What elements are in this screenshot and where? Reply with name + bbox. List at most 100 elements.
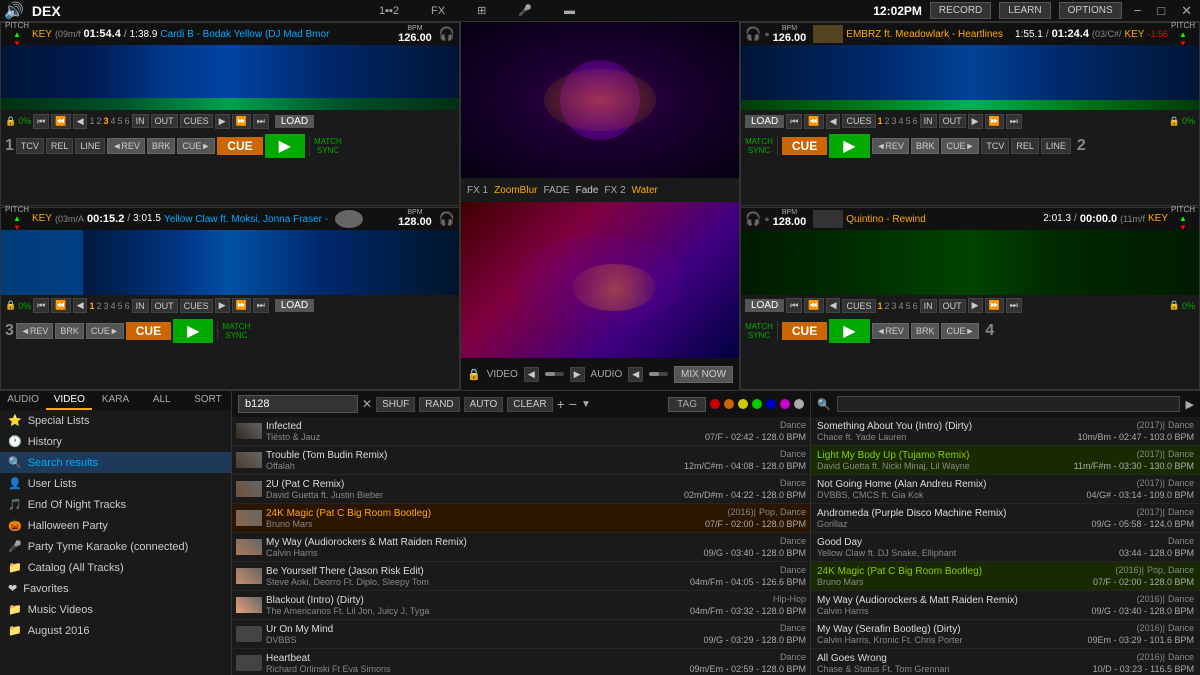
deck4-pitch-up[interactable]: ▲: [1179, 214, 1187, 223]
learn-button[interactable]: LEARN: [999, 2, 1050, 19]
deck3-cue3[interactable]: 3: [104, 301, 109, 311]
deck3-match-sync[interactable]: MATCH SYNC: [222, 322, 250, 340]
rb-row[interactable]: 24K Magic (Pat C Big Room Bootleg) Bruno…: [811, 562, 1200, 591]
deck3-cue6[interactable]: 6: [125, 301, 130, 311]
sidebar-item-end-of-night[interactable]: 🎵 End Of Night Tracks: [0, 494, 231, 515]
down-button[interactable]: ▼: [581, 399, 591, 410]
search-clear-icon[interactable]: ✕: [362, 397, 372, 411]
search-input[interactable]: [238, 395, 358, 413]
rb-row[interactable]: My Way (Serafin Bootleg) (Dirty) Calvin …: [811, 620, 1200, 649]
plus-button[interactable]: +: [557, 396, 565, 412]
track-row[interactable]: Be Yourself There (Jason Risk Edit) Stev…: [232, 562, 810, 591]
deck2-lock[interactable]: 🔒: [1169, 116, 1180, 127]
tab-audio[interactable]: AUDIO: [0, 391, 46, 410]
deck1-out[interactable]: OUT: [151, 114, 178, 128]
deck3-play[interactable]: ▶: [173, 319, 213, 343]
deck3-cue4[interactable]: 4: [111, 301, 116, 311]
deck2-cue5[interactable]: 5: [906, 116, 911, 126]
track-row[interactable]: Heartbeat Richard Orlinski Ft Eva Simons…: [232, 649, 810, 675]
color-purple[interactable]: [780, 399, 790, 409]
color-white[interactable]: [794, 399, 804, 409]
deck4-out[interactable]: OUT: [939, 299, 966, 313]
deck4-load[interactable]: LOAD: [745, 299, 784, 312]
deck4-cue6[interactable]: 6: [913, 301, 918, 311]
deck3-rew[interactable]: ⏪: [51, 298, 70, 313]
deck3-back[interactable]: ◀: [73, 298, 88, 313]
rb-row[interactable]: Andromeda (Purple Disco Machine Remix) G…: [811, 504, 1200, 533]
deck2-tcv[interactable]: TCV: [981, 138, 1009, 154]
deck3-brk[interactable]: BRK: [55, 323, 84, 339]
deck1-headphone[interactable]: 🎧: [439, 26, 455, 42]
deck3-load[interactable]: LOAD: [275, 299, 314, 312]
deck4-cue3[interactable]: 3: [892, 301, 897, 311]
deck1-pitch-up[interactable]: ▲: [13, 30, 21, 39]
deck2-prev[interactable]: ⏮: [786, 114, 802, 129]
deck1-load[interactable]: LOAD: [275, 115, 314, 128]
sidebar-item-user-lists[interactable]: 👤 User Lists: [0, 473, 231, 494]
deck1-in[interactable]: IN: [132, 114, 149, 128]
deck1-match-sync[interactable]: MATCH SYNC: [314, 137, 342, 155]
deck2-play[interactable]: ▶: [829, 134, 869, 158]
deck4-rew[interactable]: ⏪: [804, 298, 823, 313]
rb-search-bar[interactable]: [837, 396, 1180, 412]
sidebar-item-special[interactable]: ⭐ Special Lists: [0, 410, 231, 431]
nav-mic[interactable]: 🎤: [512, 4, 538, 17]
deck2-out[interactable]: OUT: [939, 114, 966, 128]
deck4-ffwd[interactable]: ⏩: [985, 298, 1004, 313]
deck1-cue6[interactable]: 6: [125, 116, 130, 126]
mixnow-button[interactable]: MIX NOW: [674, 366, 733, 383]
deck3-out[interactable]: OUT: [151, 299, 178, 313]
sidebar-item-karaoke[interactable]: 🎤 Party Tyme Karaoke (connected): [0, 536, 231, 557]
record-button[interactable]: RECORD: [930, 2, 991, 19]
deck1-cues-btn[interactable]: CUES: [180, 114, 213, 128]
rb-row[interactable]: My Way (Audiorockers & Matt Raiden Remix…: [811, 591, 1200, 620]
deck2-rel[interactable]: REL: [1011, 138, 1039, 154]
deck2-pitch-up[interactable]: ▲: [1179, 30, 1187, 39]
deck1-prev[interactable]: ⏮: [33, 114, 49, 129]
deck4-cue2[interactable]: 2: [885, 301, 890, 311]
fx1-value[interactable]: ZoomBlur: [494, 185, 537, 196]
deck1-cue4[interactable]: 4: [111, 116, 116, 126]
deck3-cue-ctrl[interactable]: CUE►: [86, 323, 124, 339]
fade-value[interactable]: Fade: [576, 185, 599, 196]
nav-grid[interactable]: ⊞: [471, 4, 492, 17]
audio-left[interactable]: ◀: [628, 367, 643, 382]
deck1-cue3[interactable]: 3: [104, 116, 109, 126]
track-row[interactable]: Trouble (Tom Budin Remix) Offalah Dance …: [232, 446, 810, 475]
deck4-lock[interactable]: 🔒: [1169, 300, 1180, 311]
deck2-line[interactable]: LINE: [1041, 138, 1071, 154]
deck4-in[interactable]: IN: [920, 299, 937, 313]
sidebar-item-search-results[interactable]: 🔍 Search results: [0, 452, 231, 473]
deck4-cue-play[interactable]: CUE: [782, 322, 827, 340]
deck1-rev[interactable]: ◄REV: [107, 138, 144, 154]
deck1-cue5[interactable]: 5: [118, 116, 123, 126]
va-right[interactable]: ▶: [570, 367, 585, 382]
deck3-rev[interactable]: ◄REV: [16, 323, 53, 339]
deck1-back[interactable]: ◀: [73, 114, 88, 129]
deck1-play[interactable]: ▶: [265, 134, 305, 158]
rb-row[interactable]: Something About You (Intro) (Dirty) Chac…: [811, 417, 1200, 446]
track-row[interactable]: 2U (Pat C Remix) David Guetta ft. Justin…: [232, 475, 810, 504]
deck1-lock[interactable]: 🔒: [5, 116, 16, 127]
deck2-cue6[interactable]: 6: [913, 116, 918, 126]
deck3-cue1[interactable]: 1: [89, 301, 94, 311]
deck2-rew[interactable]: ⏪: [804, 114, 823, 129]
sidebar-item-august2016[interactable]: 📁 August 2016: [0, 620, 231, 641]
track-row[interactable]: 24K Magic (Pat C Big Room Bootleg) Bruno…: [232, 504, 810, 533]
auto-button[interactable]: AUTO: [464, 397, 504, 412]
close-button[interactable]: ✕: [1177, 3, 1196, 19]
deck3-lock[interactable]: 🔒: [5, 300, 16, 311]
deck3-pitch-up[interactable]: ▲: [13, 214, 21, 223]
tag-button[interactable]: TAG: [668, 397, 706, 412]
deck3-cue5[interactable]: 5: [118, 301, 123, 311]
deck1-brk[interactable]: BRK: [147, 138, 176, 154]
deck4-fwd[interactable]: ▶: [968, 298, 983, 313]
minimize-button[interactable]: −: [1130, 3, 1146, 18]
nav-video[interactable]: ▬: [558, 5, 581, 17]
deck4-prev[interactable]: ⏮: [786, 298, 802, 313]
deck1-cue2[interactable]: 2: [97, 116, 102, 126]
deck3-in[interactable]: IN: [132, 299, 149, 313]
deck4-cues-btn[interactable]: CUES: [842, 299, 875, 313]
va-lock[interactable]: 🔒: [467, 368, 481, 381]
deck1-cue1[interactable]: 1: [89, 116, 94, 126]
